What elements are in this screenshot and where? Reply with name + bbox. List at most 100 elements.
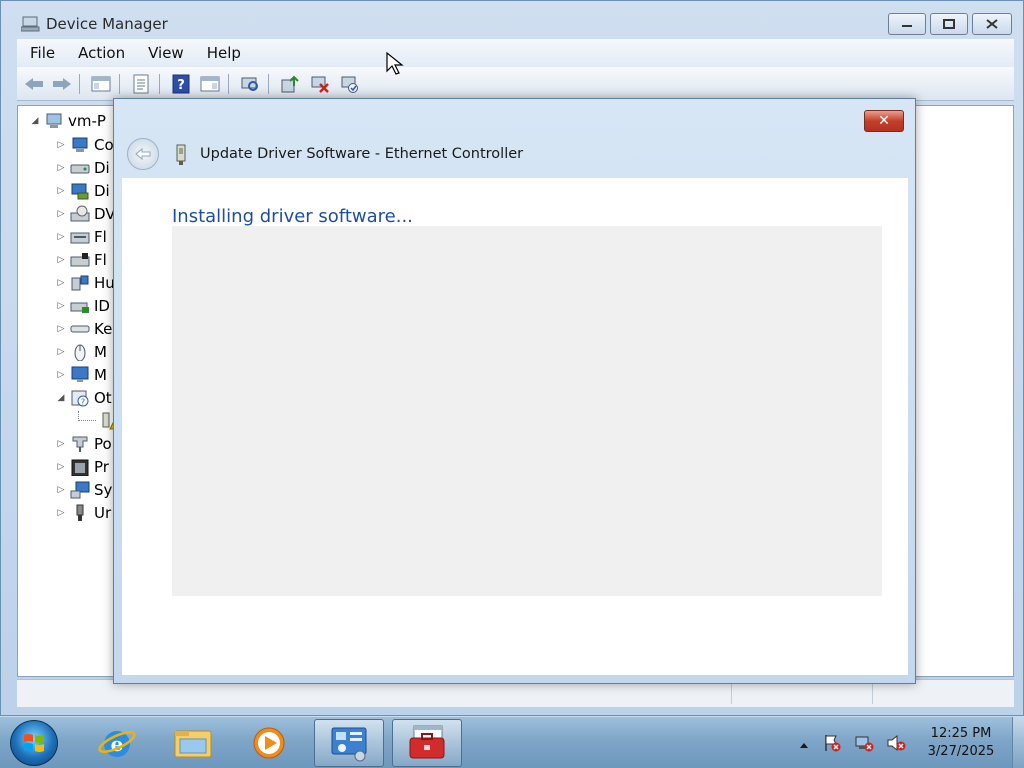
collapse-icon[interactable]: ◢ [56,393,66,403]
show-hide-tree-button[interactable] [90,73,112,95]
network-disconnected-icon[interactable] [854,734,874,752]
taskbar: e 12:25 PM 3/27/2025 [0,716,1024,768]
disk-drive-icon [70,164,90,174]
mouse-icon [74,344,86,361]
tree-item[interactable]: ▷ Ke [56,318,113,340]
forward-arrow-icon [53,78,71,90]
show-hide-tree-icon [91,76,111,92]
action-center-icon[interactable] [822,734,842,752]
usb-controller-icon [76,504,84,521]
forward-button[interactable] [51,73,73,95]
dialog-title: Update Driver Software - Ethernet Contro… [200,146,524,162]
tree-item[interactable]: ▷ ID [56,295,110,317]
expand-icon[interactable]: ▷ [56,209,66,219]
expand-icon[interactable]: ▷ [56,347,66,357]
tree-item[interactable]: ▷ Di [56,157,110,179]
ports-icon [72,436,88,452]
expand-icon[interactable]: ▷ [56,439,66,449]
expand-icon[interactable]: ▷ [56,485,66,495]
menu-help[interactable]: Help [194,44,251,62]
back-button[interactable] [23,73,45,95]
collapse-icon[interactable]: ◢ [30,116,40,126]
properties-button[interactable] [130,73,152,95]
svg-text:?: ? [81,398,85,407]
tree-item[interactable]: ▷ DV [56,203,116,225]
tree-item[interactable]: ▷ M [56,364,107,386]
menu-file[interactable]: File [17,44,65,62]
tree-item-label: Fl [94,228,107,246]
scan-hardware-icon [241,77,258,91]
update-driver-button[interactable] [279,73,301,95]
windows-explorer-icon [174,730,212,758]
expand-icon[interactable]: ▷ [56,186,66,196]
toolbar-separator [119,74,120,94]
media-player-icon [253,727,285,759]
tree-item[interactable]: ▷ Po [56,433,112,455]
minimize-button[interactable] [888,13,926,35]
scan-hardware-button[interactable] [239,73,261,95]
svg-text:?: ? [177,78,185,93]
title-bar[interactable]: Device Manager [1,1,1023,39]
device-manager-toolbox-icon [409,725,445,759]
expand-icon[interactable]: ▷ [56,324,66,334]
expand-icon[interactable]: ▷ [56,508,66,518]
properties-icon [133,74,149,94]
volume-muted-icon[interactable] [886,734,906,752]
tree-root-label: vm-P [68,112,106,130]
maximize-button[interactable] [930,13,968,35]
tree-item[interactable]: ▷ Pr [56,456,109,478]
tree-item[interactable]: ▷ Co [56,134,114,156]
menu-action[interactable]: Action [65,44,135,62]
computer-icon [72,137,88,152]
start-button[interactable] [10,720,58,766]
close-button[interactable] [972,13,1012,35]
expand-icon[interactable]: ▷ [56,370,66,380]
computer-icon [46,113,62,128]
tree-item[interactable]: ▷ Ur [56,502,112,524]
show-hidden-icons-chevron[interactable] [794,736,814,754]
tree-item[interactable]: ▷ Di [56,180,110,202]
menu-view[interactable]: View [135,44,194,62]
ide-controller-icon [70,302,89,313]
show-hide-action-pane-button[interactable] [199,73,221,95]
help-button[interactable]: ? [170,73,192,95]
device-manager-icon [21,16,40,32]
expand-icon[interactable]: ▷ [56,140,66,150]
show-desktop-button[interactable] [1012,717,1024,768]
uninstall-device-icon [341,76,358,93]
tree-item[interactable]: ▷ Fl [56,249,107,271]
toolbar: ? [17,67,1014,101]
expand-icon[interactable]: ▷ [56,462,66,472]
expand-icon[interactable]: ▷ [56,232,66,242]
other-devices-icon: ? [71,390,89,407]
taskbar-device-manager[interactable] [392,719,462,767]
update-driver-dialog: ✕ Update Driver Software - Ethernet Cont… [113,98,916,684]
taskbar-media-player[interactable] [234,719,304,767]
tree-item[interactable]: ▷ M [56,341,107,363]
taskbar-control-panel[interactable] [314,719,384,767]
tree-item[interactable]: ◢? Ot [56,387,112,409]
dialog-back-button[interactable] [127,138,159,170]
tree-item[interactable]: ▷ Sy [56,479,113,501]
tree-item-label: Ur [94,504,112,522]
tree-item-label: Sy [94,481,113,499]
expand-icon[interactable]: ▷ [56,255,66,265]
tree-item-label: M [94,343,107,361]
uninstall-device-button[interactable] [339,73,361,95]
toolbar-separator [159,74,160,94]
tree-item-label: Ke [94,320,113,338]
update-driver-icon [281,75,299,93]
tree-item[interactable]: ▷ Hu [56,272,115,294]
expand-icon[interactable]: ▷ [56,163,66,173]
tree-item[interactable]: ▷ Fl [56,226,107,248]
ethernet-controller-icon [176,144,186,165]
disable-device-button[interactable] [309,73,331,95]
clock[interactable]: 12:25 PM 3/27/2025 [920,725,1002,761]
taskbar-internet-explorer[interactable]: e [82,719,152,767]
dialog-close-button[interactable]: ✕ [864,110,904,132]
taskbar-windows-explorer[interactable] [158,719,228,767]
expand-icon[interactable]: ▷ [56,278,66,288]
tree-root[interactable]: ◢ vm-P [30,110,106,132]
tree-connector [78,411,96,421]
expand-icon[interactable]: ▷ [56,301,66,311]
